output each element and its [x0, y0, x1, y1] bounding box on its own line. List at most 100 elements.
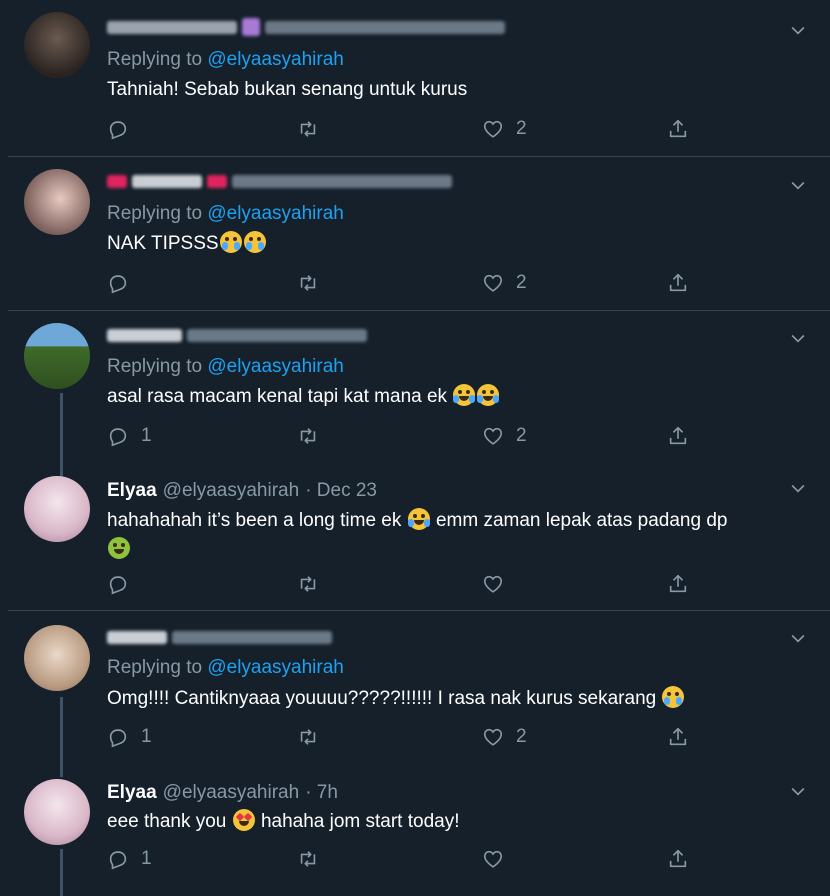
replying-to: Replying to @elyaasyahirah — [107, 657, 344, 678]
crying-face-emoji — [219, 231, 242, 253]
reply-button[interactable]: 1 — [107, 847, 152, 871]
chevron-down-icon[interactable] — [788, 20, 808, 40]
reply-icon — [107, 848, 129, 870]
reply-button[interactable] — [107, 271, 141, 295]
retweet-icon — [297, 573, 319, 595]
tweet-2[interactable]: Replying to @elyaasyahirah NAK TIPSSS 2 — [0, 157, 830, 310]
tweet-actions: 1 2 — [107, 725, 707, 749]
tears-of-joy-emoji — [407, 508, 430, 530]
timestamp[interactable]: · 7h — [305, 782, 338, 804]
retweet-button[interactable] — [297, 424, 319, 448]
chevron-down-icon[interactable] — [788, 328, 808, 348]
retweet-button[interactable] — [297, 271, 319, 295]
tweet-actions: 1 2 — [107, 424, 707, 448]
tweet-3[interactable]: Replying to @elyaasyahirah asal rasa mac… — [0, 311, 830, 478]
retweet-icon — [297, 272, 319, 294]
like-button[interactable] — [482, 847, 516, 871]
reply-count: 1 — [141, 726, 152, 747]
author-name[interactable]: Elyaa — [107, 480, 157, 502]
nauseated-face-emoji — [108, 537, 130, 559]
chevron-down-icon[interactable] — [788, 781, 808, 801]
like-button[interactable]: 2 — [482, 424, 527, 448]
like-count: 2 — [516, 726, 527, 747]
tweet-actions: 2 — [107, 117, 707, 141]
author-name-blurred[interactable] — [107, 631, 337, 644]
share-button[interactable] — [667, 847, 689, 871]
tweet-header: Elyaa @elyaasyahirah · 7h — [107, 782, 338, 804]
avatar[interactable] — [24, 169, 90, 235]
replying-to: Replying to @elyaasyahirah — [107, 203, 344, 224]
share-button[interactable] — [667, 271, 689, 295]
timestamp[interactable]: · Dec 23 — [305, 480, 377, 502]
retweet-button[interactable] — [297, 847, 319, 871]
reply-button[interactable] — [107, 572, 141, 596]
like-icon — [482, 573, 504, 595]
share-icon — [667, 573, 689, 595]
tears-of-joy-emoji — [477, 384, 500, 406]
author-name-blurred[interactable] — [107, 18, 510, 36]
tweet-actions — [107, 572, 707, 596]
tweet-text: Tahniah! Sebab bukan senang untuk kurus — [107, 79, 468, 100]
reply-handle-link[interactable]: @elyaasyahirah — [207, 356, 344, 377]
reply-icon — [107, 272, 129, 294]
reply-icon — [107, 573, 129, 595]
chevron-down-icon[interactable] — [788, 478, 808, 498]
crying-face-emoji — [662, 686, 685, 708]
author-name[interactable]: Elyaa — [107, 782, 157, 804]
avatar[interactable] — [24, 476, 90, 542]
retweet-icon — [297, 848, 319, 870]
retweet-button[interactable] — [297, 572, 319, 596]
reply-button[interactable]: 1 — [107, 424, 152, 448]
tweet-text: asal rasa macam kenal tapi kat mana ek — [107, 382, 807, 411]
tweet-5[interactable]: Replying to @elyaasyahirah Omg!!!! Canti… — [0, 611, 830, 777]
share-icon — [667, 118, 689, 140]
reply-handle-link[interactable]: @elyaasyahirah — [207, 49, 344, 70]
author-name-blurred[interactable] — [107, 175, 457, 188]
tweet-6[interactable]: Elyaa @elyaasyahirah · 7h eee thank you … — [0, 771, 830, 896]
tweet-text: NAK TIPSSS — [107, 229, 807, 258]
retweet-icon — [297, 425, 319, 447]
chevron-down-icon[interactable] — [788, 175, 808, 195]
avatar[interactable] — [24, 625, 90, 691]
avatar[interactable] — [24, 323, 90, 389]
thread-line — [60, 849, 63, 896]
reply-icon — [107, 118, 129, 140]
tears-of-joy-emoji — [453, 384, 476, 406]
tweet-text: eee thank you hahaha jom start today! — [107, 809, 460, 832]
share-button[interactable] — [667, 572, 689, 596]
replying-to: Replying to @elyaasyahirah — [107, 49, 344, 70]
avatar[interactable] — [24, 779, 90, 845]
share-button[interactable] — [667, 424, 689, 448]
like-button[interactable]: 2 — [482, 725, 527, 749]
reply-count: 1 — [141, 848, 152, 869]
reply-handle-link[interactable]: @elyaasyahirah — [207, 203, 344, 224]
share-icon — [667, 848, 689, 870]
reply-button[interactable]: 1 — [107, 725, 152, 749]
retweet-icon — [297, 118, 319, 140]
avatar[interactable] — [24, 12, 90, 78]
reply-button[interactable] — [107, 117, 141, 141]
tweet-1[interactable]: Replying to @elyaasyahirah Tahniah! Seba… — [0, 0, 830, 156]
author-handle[interactable]: @elyaasyahirah — [163, 782, 300, 804]
author-handle[interactable]: @elyaasyahirah — [163, 480, 300, 502]
like-button[interactable]: 2 — [482, 117, 527, 141]
tweet-text: hahahahah it’s been a long time ek emm z… — [107, 506, 807, 564]
like-icon — [482, 848, 504, 870]
like-icon — [482, 726, 504, 748]
like-count: 2 — [516, 118, 527, 139]
share-button[interactable] — [667, 725, 689, 749]
crying-face-emoji — [243, 231, 266, 253]
like-count: 2 — [516, 425, 527, 446]
share-button[interactable] — [667, 117, 689, 141]
share-icon — [667, 726, 689, 748]
like-icon — [482, 272, 504, 294]
retweet-button[interactable] — [297, 117, 319, 141]
like-button[interactable] — [482, 572, 516, 596]
like-button[interactable]: 2 — [482, 271, 527, 295]
chevron-down-icon[interactable] — [788, 628, 808, 648]
retweet-button[interactable] — [297, 725, 319, 749]
reply-handle-link[interactable]: @elyaasyahirah — [207, 657, 344, 678]
tweet-4[interactable]: Elyaa @elyaasyahirah · Dec 23 hahahahah … — [0, 468, 830, 610]
author-name-blurred[interactable] — [107, 329, 372, 342]
thread-line — [60, 697, 63, 777]
